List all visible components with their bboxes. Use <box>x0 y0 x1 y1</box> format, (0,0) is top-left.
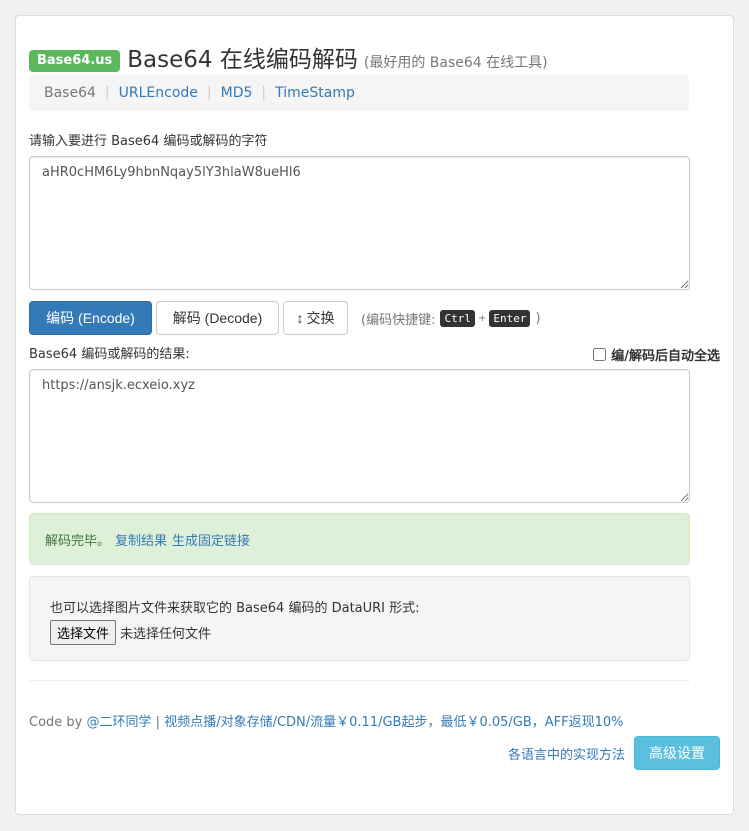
enter-key: Enter <box>489 309 531 327</box>
hint-suffix: ) <box>535 310 541 326</box>
footer-credits: Code by @二环同学 | 视频点播/对象存储/CDN/流量￥0.11/GB… <box>29 711 624 730</box>
autoselect-label: 编/解码后自动全选 <box>611 349 720 364</box>
promo-link[interactable]: 视频点播/对象存储/CDN/流量￥0.11/GB起步，最低￥0.05/GB，AF… <box>164 715 623 730</box>
input-label: 请输入要进行 Base64 编码或解码的字符 <box>29 134 268 149</box>
encode-button[interactable]: 编码 (Encode) <box>29 301 152 335</box>
page-header: Base64.us Base64 在线编码解码 (最好用的 Base64 在线工… <box>29 40 548 75</box>
code-by-label: Code by <box>29 715 83 730</box>
file-status: 未选择任何文件 <box>120 627 212 642</box>
nav-item-md5[interactable]: MD5 <box>221 85 253 101</box>
output-label: Base64 编码或解码的结果: <box>29 347 190 362</box>
page-title: Base64 在线编码解码 <box>127 47 358 73</box>
breadcrumb-nav: Base64 | URLEncode | MD5 | TimeStamp <box>29 75 689 111</box>
autoselect-checkbox[interactable] <box>593 348 607 361</box>
page-subtitle: (最好用的 Base64 在线工具) <box>363 55 548 71</box>
choose-file-button[interactable]: 选择文件 <box>50 620 117 645</box>
ctrl-key: Ctrl <box>440 309 475 327</box>
permalink-link[interactable]: 生成固定链接 <box>172 530 250 549</box>
author-link[interactable]: @二环同学 <box>87 715 152 730</box>
footer-actions: 各语言中的实现方法 高级设置 <box>508 736 720 770</box>
implementation-link[interactable]: 各语言中的实现方法 <box>508 744 625 763</box>
nav-separator: | <box>104 85 110 101</box>
advanced-settings-button[interactable]: 高级设置 <box>634 736 720 770</box>
swap-button[interactable]: ↕ 交换 <box>283 301 348 335</box>
decode-button[interactable]: 解码 (Decode) <box>156 301 279 335</box>
shortcut-hint: (编码快捷键: Ctrl + Enter ) <box>361 309 541 328</box>
status-alert: 解码完毕。 复制结果 生成固定链接 <box>29 513 690 565</box>
output-textarea[interactable]: https://ansjk.ecxeio.xyz <box>29 369 690 503</box>
nav-separator: | <box>261 85 267 101</box>
nav-item-urlencode[interactable]: URLEncode <box>119 85 198 101</box>
nav-item-timestamp[interactable]: TimeStamp <box>275 85 355 101</box>
swap-label: 交换 <box>306 310 335 326</box>
footer-separator: | <box>155 715 161 730</box>
nav-separator: | <box>206 85 212 101</box>
file-input-row: 选择文件 未选择任何文件 <box>50 620 669 645</box>
nav-item-base64: Base64 <box>44 85 96 101</box>
action-row: 编码 (Encode) 解码 (Decode) ↕ 交换 (编码快捷键: Ctr… <box>29 301 541 335</box>
file-description: 也可以选择图片文件来获取它的 Base64 编码的 DataURI 形式: <box>50 601 420 616</box>
file-upload-panel: 也可以选择图片文件来获取它的 Base64 编码的 DataURI 形式: 选择… <box>29 576 690 661</box>
swap-arrows-icon: ↕ <box>296 310 304 326</box>
divider <box>29 680 690 681</box>
hint-prefix: (编码快捷键: <box>361 312 436 328</box>
copy-result-link[interactable]: 复制结果 <box>115 530 167 549</box>
site-badge[interactable]: Base64.us <box>29 50 121 72</box>
input-textarea[interactable]: aHR0cHM6Ly9hbnNqay5lY3hlaW8ueHl6 <box>29 156 690 290</box>
plus-sign: + <box>477 312 487 324</box>
status-text: 解码完毕。 <box>45 533 111 549</box>
autoselect-toggle[interactable]: 编/解码后自动全选 <box>593 345 720 364</box>
